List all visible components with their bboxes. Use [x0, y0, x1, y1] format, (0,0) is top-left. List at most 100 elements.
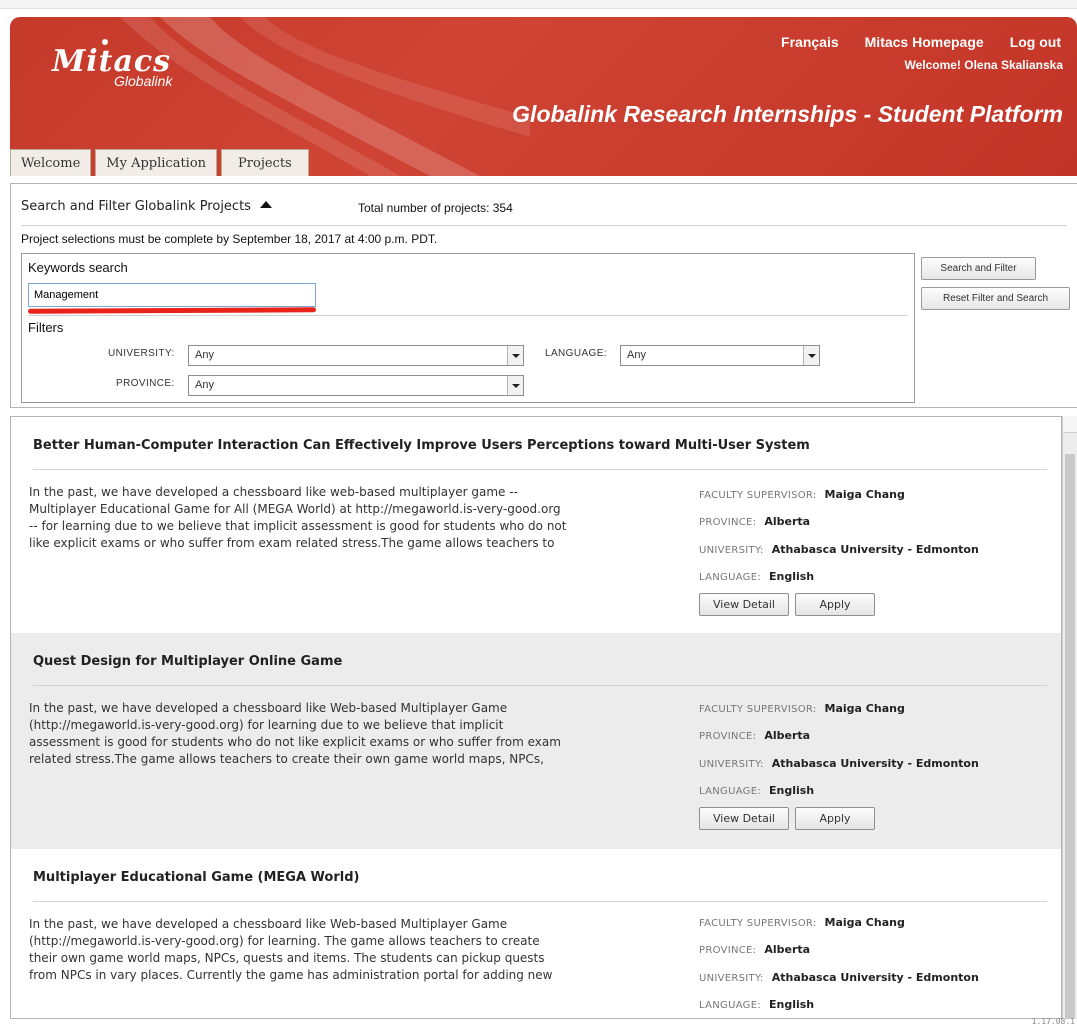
- supervisor-value: Maiga Chang: [824, 702, 905, 715]
- divider: [33, 901, 1047, 902]
- language-value: English: [769, 998, 815, 1011]
- language-field: LANGUAGE: English: [699, 784, 814, 797]
- supervisor-field: FACULTY SUPERVISOR: Maiga Chang: [699, 488, 905, 501]
- province-field: PROVINCE: Alberta: [699, 515, 810, 528]
- supervisor-field: FACULTY SUPERVISOR: Maiga Chang: [699, 702, 905, 715]
- project-card: Multiplayer Educational Game (MEGA World…: [11, 849, 1061, 1018]
- description-line: -- for learning due to we believe that i…: [29, 519, 567, 533]
- project-description: In the past, we have developed a chessbo…: [29, 484, 669, 552]
- total-projects-count: Total number of projects: 354: [358, 201, 513, 215]
- description-line: In the past, we have developed a chessbo…: [29, 485, 518, 499]
- project-results-list: Better Human-Computer Interaction Can Ef…: [10, 416, 1062, 1019]
- chevron-down-icon: [507, 376, 523, 395]
- province-value: Alberta: [764, 729, 811, 742]
- search-filter-title: Search and Filter Globalink Projects: [21, 199, 251, 214]
- project-card: Better Human-Computer Interaction Can Ef…: [11, 417, 1061, 633]
- supervisor-label: FACULTY SUPERVISOR:: [699, 918, 817, 929]
- main-tabs: Welcome My Application Projects: [10, 149, 313, 176]
- province-value: Alberta: [764, 943, 811, 956]
- supervisor-label: FACULTY SUPERVISOR:: [699, 704, 817, 715]
- language-field: LANGUAGE: English: [699, 570, 814, 583]
- welcome-message: Welcome! Olena Skalianska: [904, 58, 1063, 72]
- browser-top-strip: [0, 0, 1077, 9]
- university-filter-label: UNIVERSITY:: [108, 348, 175, 359]
- language-label: LANGUAGE:: [699, 572, 761, 583]
- description-line: In the past, we have developed a chessbo…: [29, 917, 508, 931]
- apply-button[interactable]: Apply: [795, 593, 875, 616]
- project-card: Quest Design for Multiplayer Online Game…: [11, 633, 1061, 849]
- project-description: In the past, we have developed a chessbo…: [29, 916, 669, 984]
- university-label: UNIVERSITY:: [699, 545, 764, 556]
- description-line: (http://megaworld.is-very-good.org) for …: [29, 934, 540, 948]
- university-label: UNIVERSITY:: [699, 973, 764, 984]
- university-select[interactable]: Any: [188, 345, 524, 366]
- version-label: 1.17.08.1: [1031, 1017, 1075, 1026]
- province-select-value: Any: [195, 379, 214, 391]
- tab-my-application[interactable]: My Application: [95, 149, 218, 176]
- university-select-value: Any: [195, 349, 214, 361]
- province-filter-label: PROVINCE:: [116, 378, 175, 389]
- description-line: In the past, we have developed a chessbo…: [29, 701, 508, 715]
- deadline-notice: Project selections must be complete by S…: [21, 232, 438, 246]
- logo-dot-icon: [102, 39, 108, 45]
- university-value: Athabasca University - Edmonton: [771, 757, 979, 770]
- supervisor-value: Maiga Chang: [824, 488, 905, 501]
- filters-label: Filters: [28, 320, 64, 335]
- tab-welcome[interactable]: Welcome: [10, 149, 92, 176]
- tab-projects[interactable]: Projects: [221, 149, 309, 176]
- province-value: Alberta: [764, 515, 811, 528]
- description-line: related stress.The game allows teachers …: [29, 752, 544, 766]
- description-line: (http://megaworld.is-very-good.org) for …: [29, 718, 504, 732]
- keywords-search-input[interactable]: [28, 283, 316, 307]
- university-field: UNIVERSITY: Athabasca University - Edmont…: [699, 971, 979, 984]
- collapse-up-icon: [259, 201, 272, 208]
- project-title[interactable]: Better Human-Computer Interaction Can Ef…: [33, 438, 810, 453]
- results-scrollbar[interactable]: [1062, 416, 1077, 1019]
- description-line: from NPCs in vary places. Currently the …: [29, 968, 553, 982]
- chevron-down-icon: [803, 346, 819, 365]
- university-label: UNIVERSITY:: [699, 759, 764, 770]
- description-line: Multiplayer Educational Game for All (ME…: [29, 502, 561, 516]
- search-and-filter-button[interactable]: Search and Filter: [921, 257, 1036, 280]
- language-label: LANGUAGE:: [699, 1000, 761, 1011]
- description-line: their own game world maps, NPCs, quests …: [29, 951, 545, 965]
- filter-box: Keywords search Filters UNIVERSITY: Any …: [21, 253, 915, 403]
- chevron-down-icon: [507, 346, 523, 365]
- province-field: PROVINCE: Alberta: [699, 943, 810, 956]
- project-title[interactable]: Quest Design for Multiplayer Online Game: [33, 654, 342, 669]
- language-filter-label: LANGUAGE:: [545, 348, 607, 359]
- search-filter-panel: Search and Filter Globalink Projects Tot…: [10, 183, 1077, 408]
- supervisor-label: FACULTY SUPERVISOR:: [699, 490, 817, 501]
- red-underline-annotation: [27, 307, 317, 314]
- view-detail-button[interactable]: View Detail: [699, 807, 789, 830]
- apply-button[interactable]: Apply: [795, 807, 875, 830]
- university-value: Athabasca University - Edmonton: [771, 971, 979, 984]
- reset-filter-button[interactable]: Reset Filter and Search: [921, 287, 1070, 310]
- language-value: English: [769, 570, 815, 583]
- scrollbar-thumb[interactable]: [1065, 454, 1075, 1019]
- project-title[interactable]: Multiplayer Educational Game (MEGA World…: [33, 870, 359, 885]
- mitacs-logo[interactable]: Mitacs Globalink: [52, 39, 173, 89]
- francais-link[interactable]: Français: [781, 34, 839, 50]
- keywords-search-label: Keywords search: [28, 260, 128, 275]
- province-label: PROVINCE:: [699, 731, 757, 742]
- university-field: UNIVERSITY: Athabasca University - Edmont…: [699, 757, 979, 770]
- site-header: Mitacs Globalink Français Mitacs Homepag…: [10, 17, 1077, 176]
- scroll-up-arrow-icon[interactable]: [1063, 416, 1077, 433]
- language-select-value: Any: [627, 349, 646, 361]
- description-line: assessment is good for students who do n…: [29, 735, 561, 749]
- search-filter-toggle[interactable]: Search and Filter Globalink Projects: [21, 199, 272, 214]
- divider: [33, 469, 1047, 470]
- project-description: In the past, we have developed a chessbo…: [29, 700, 669, 768]
- divider: [21, 225, 1067, 226]
- mitacs-homepage-link[interactable]: Mitacs Homepage: [865, 34, 984, 50]
- header-links: Français Mitacs Homepage Log out: [781, 34, 1061, 50]
- province-label: PROVINCE:: [699, 517, 757, 528]
- logout-link[interactable]: Log out: [1010, 34, 1061, 50]
- province-select[interactable]: Any: [188, 375, 524, 396]
- view-detail-button[interactable]: View Detail: [699, 593, 789, 616]
- language-select[interactable]: Any: [620, 345, 820, 366]
- platform-title: Globalink Research Internships - Student…: [512, 101, 1063, 127]
- university-value: Athabasca University - Edmonton: [771, 543, 979, 556]
- logo-sub-text: Globalink: [114, 73, 173, 89]
